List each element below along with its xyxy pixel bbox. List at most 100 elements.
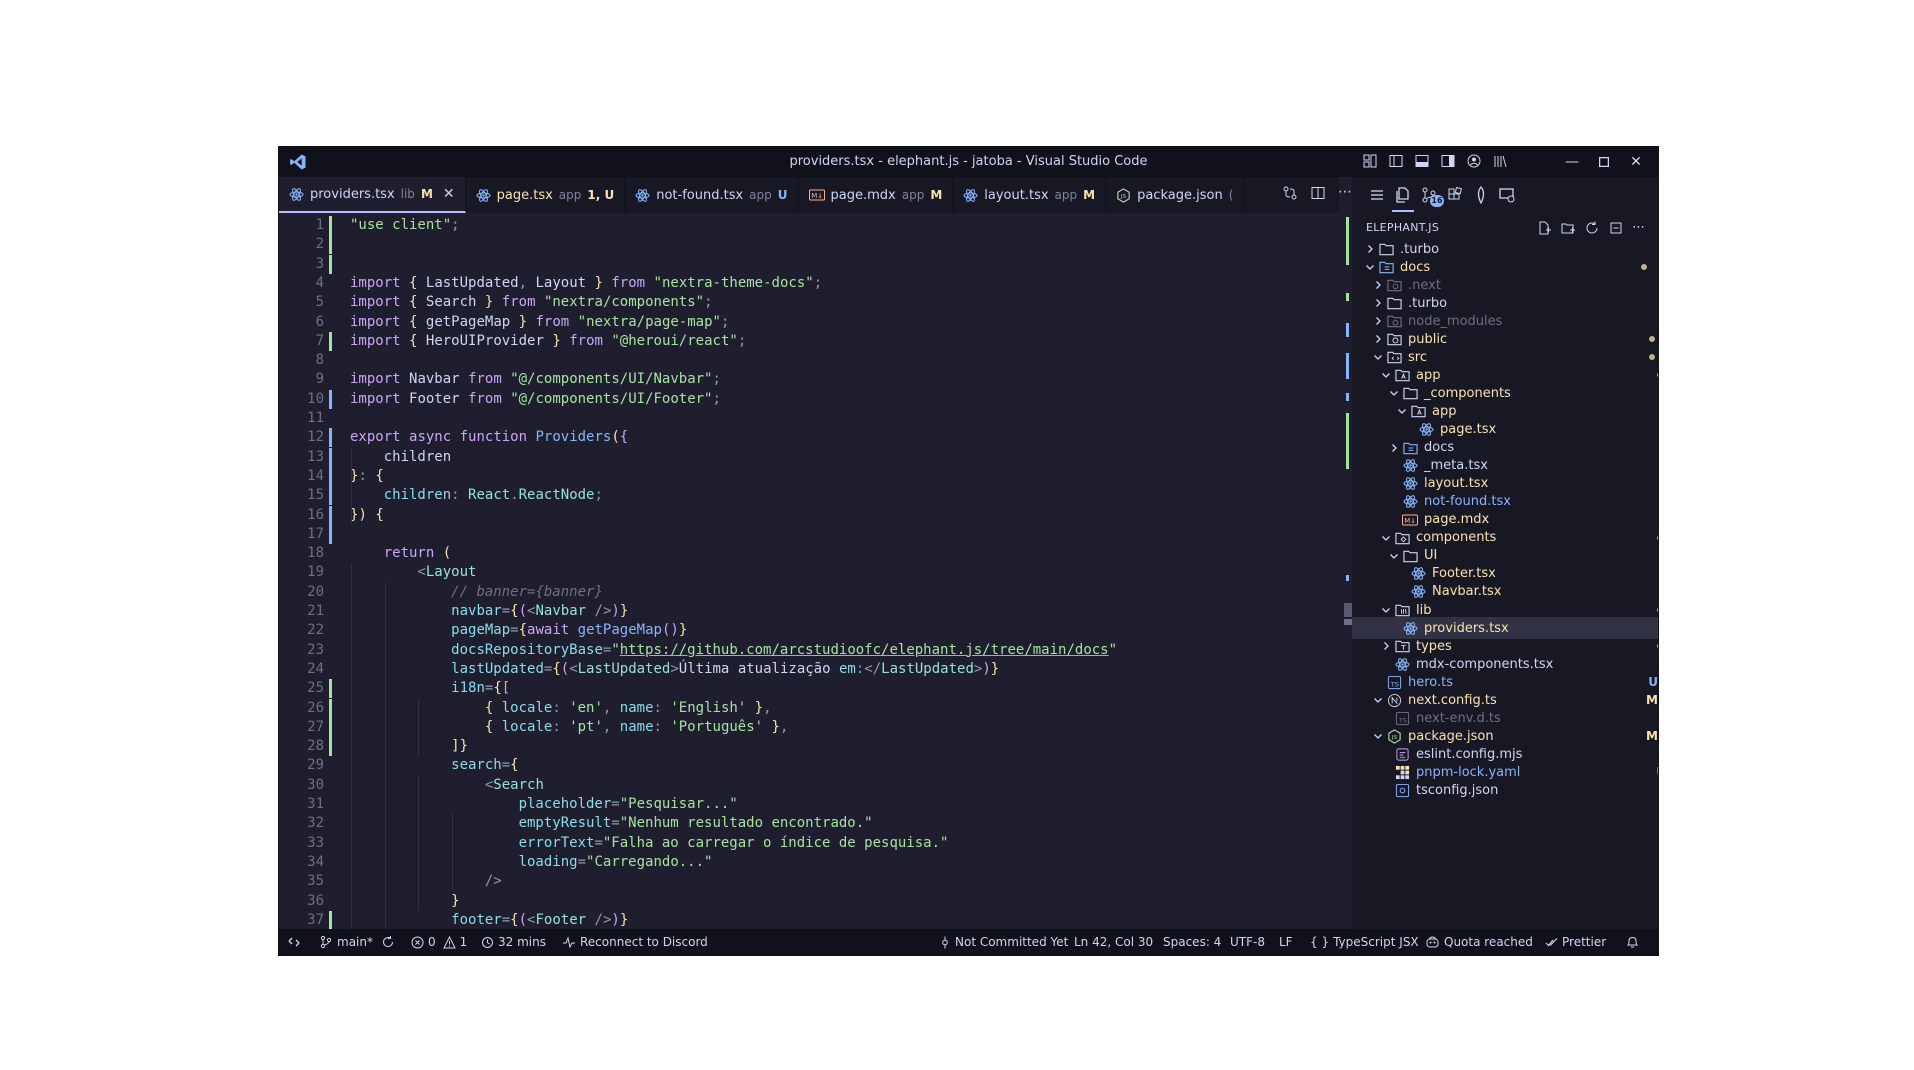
code-line[interactable]: 9 import Navbar from "@/components/UI/Nav… xyxy=(279,370,1339,389)
remote-explorer-icon[interactable] xyxy=(1498,186,1516,204)
chevron-down-icon[interactable] xyxy=(1386,548,1402,564)
problems-indicator[interactable]: 0 1 xyxy=(411,929,467,955)
chevron-down-icon[interactable] xyxy=(1394,403,1410,419)
remote-indicator[interactable] xyxy=(287,929,301,955)
code-line[interactable]: 20 // banner={banner} xyxy=(279,583,1339,602)
chevron-right-icon[interactable] xyxy=(1370,313,1386,329)
new-folder-icon[interactable] xyxy=(1560,220,1576,236)
code-line[interactable]: 24 lastUpdated={(<LastUpdated>Última atu… xyxy=(279,660,1339,679)
customize-layout-icon[interactable] xyxy=(1362,153,1378,169)
code-line[interactable]: 22 pageMap={await getPageMap()} xyxy=(279,621,1339,640)
chevron-right-icon[interactable] xyxy=(1362,241,1378,257)
tab-close-icon[interactable]: ✕ xyxy=(443,186,455,202)
code-line[interactable]: 5 import { Search } from "nextra/componen… xyxy=(279,293,1339,312)
extensions-icon[interactable] xyxy=(1446,186,1464,204)
code-line[interactable]: 15 children: React.ReactNode; xyxy=(279,486,1339,506)
collapse-folders-icon[interactable] xyxy=(1608,220,1624,236)
git-added-marker[interactable] xyxy=(329,216,332,235)
code-line[interactable]: 26 { locale: 'en', name: 'English' }, xyxy=(279,698,1339,718)
chevron-right-icon[interactable] xyxy=(1370,277,1386,293)
code-line[interactable]: 10 import Footer from "@/components/UI/Fo… xyxy=(279,389,1339,409)
chevron-down-icon[interactable] xyxy=(1362,259,1378,275)
code-line[interactable]: 25 i18n={[ xyxy=(279,679,1339,699)
chevron-right-icon[interactable] xyxy=(1378,638,1394,654)
code-line[interactable]: 3 xyxy=(279,254,1339,274)
git-added-marker[interactable] xyxy=(329,910,332,929)
open-changes-icon[interactable] xyxy=(1282,185,1298,203)
code-editor[interactable]: 1 "use client"; 2 3 4 import { LastUpdated, L… xyxy=(279,213,1339,929)
code-line[interactable]: 36 } xyxy=(279,892,1339,911)
notifications-button[interactable] xyxy=(1626,929,1639,955)
code-line[interactable]: 30 <Search xyxy=(279,776,1339,795)
git-modified-marker[interactable] xyxy=(329,428,332,448)
toggle-panel-icon[interactable] xyxy=(1414,153,1430,169)
overview-ruler[interactable] xyxy=(1342,213,1352,929)
chevron-down-icon[interactable] xyxy=(1378,602,1394,618)
split-editor-icon[interactable] xyxy=(1310,185,1326,203)
git-added-marker[interactable] xyxy=(329,679,332,699)
code-line[interactable]: 2 xyxy=(279,235,1339,255)
git-added-marker[interactable] xyxy=(329,717,332,737)
chevron-down-icon[interactable] xyxy=(1378,530,1394,546)
cursor-position[interactable]: Ln 42, Col 30 xyxy=(1074,929,1153,955)
menu-icon[interactable] xyxy=(1368,186,1386,204)
accounts-icon[interactable] xyxy=(1466,153,1482,169)
toggle-secondary-sidebar-icon[interactable] xyxy=(1440,153,1456,169)
code-line[interactable]: 31 placeholder="Pesquisar..." xyxy=(279,795,1339,814)
code-line[interactable]: 11 xyxy=(279,409,1339,428)
chevron-right-icon[interactable] xyxy=(1386,440,1402,456)
code-line[interactable]: 12 export async function Providers({ xyxy=(279,428,1339,448)
git-modified-marker[interactable] xyxy=(329,389,332,409)
code-line[interactable]: 14}: { xyxy=(279,466,1339,486)
code-line[interactable]: 33 errorText="Falha ao carregar o índice… xyxy=(279,834,1339,853)
code-line[interactable]: 13 children xyxy=(279,447,1339,467)
git-added-marker[interactable] xyxy=(329,235,332,255)
discord-indicator[interactable]: Reconnect to Discord xyxy=(562,929,708,955)
code-line[interactable]: 34 loading="Carregando..." xyxy=(279,853,1339,872)
prettier-status[interactable]: Prettier xyxy=(1545,929,1606,955)
git-added-marker[interactable] xyxy=(329,698,332,718)
code-line[interactable]: 16}) { xyxy=(279,505,1339,525)
tab-page-tsx[interactable]: page.tsx app 1, U xyxy=(466,177,626,213)
code-line[interactable]: 23 docsRepositoryBase="https://github.co… xyxy=(279,641,1339,660)
new-file-icon[interactable] xyxy=(1536,220,1552,236)
more-explorer-actions-icon[interactable]: ⋯ xyxy=(1632,220,1648,236)
tab-layout-tsx[interactable]: layout.tsx app M xyxy=(953,177,1107,213)
code-line[interactable]: 18 return ( xyxy=(279,544,1339,563)
code-line[interactable]: 28 ]} xyxy=(279,737,1339,757)
code-line[interactable]: 27 { locale: 'pt', name: 'Português' }, xyxy=(279,717,1339,737)
chevron-down-icon[interactable] xyxy=(1370,728,1386,744)
git-modified-marker[interactable] xyxy=(329,486,332,506)
library-icon[interactable] xyxy=(1492,153,1508,169)
chevron-right-icon[interactable] xyxy=(1370,331,1386,347)
close-window-button[interactable]: ✕ xyxy=(1620,150,1652,174)
explorer-icon[interactable] xyxy=(1394,186,1412,204)
code-line[interactable]: 8 xyxy=(279,351,1339,370)
tab-providers-tsx[interactable]: providers.tsx lib M ✕ xyxy=(279,177,466,213)
code-line[interactable]: 29 search={ xyxy=(279,756,1339,775)
indentation[interactable]: Spaces: 4 xyxy=(1163,929,1221,955)
chevron-down-icon[interactable] xyxy=(1386,385,1402,401)
mongodb-icon[interactable] xyxy=(1472,186,1490,204)
tab-package-json[interactable]: JS package.json ( xyxy=(1106,177,1245,213)
git-modified-marker[interactable] xyxy=(329,505,332,525)
copilot-status[interactable]: Quota reached xyxy=(1425,929,1533,955)
branch-indicator[interactable]: main* xyxy=(319,929,395,955)
git-modified-marker[interactable] xyxy=(329,524,332,544)
git-modified-marker[interactable] xyxy=(329,447,332,467)
tree-item-tsconfig-json[interactable]: tsconfig.json xyxy=(1352,780,1658,802)
git-blame[interactable]: Not Committed Yet xyxy=(939,929,1068,955)
language-mode[interactable]: { } TypeScript JSX xyxy=(1310,929,1419,955)
minimize-button[interactable]: — xyxy=(1556,150,1588,174)
code-line[interactable]: 4 import { LastUpdated, Layout } from "ne… xyxy=(279,274,1339,293)
toggle-primary-sidebar-icon[interactable] xyxy=(1388,153,1404,169)
git-modified-marker[interactable] xyxy=(329,466,332,486)
tab-page-mdx[interactable]: M↓ page.mdx app M xyxy=(799,177,954,213)
code-line[interactable]: 32 emptyResult="Nenhum resultado encontr… xyxy=(279,814,1339,833)
code-line[interactable]: 7 import { HeroUIProvider } from "@heroui… xyxy=(279,331,1339,351)
code-line[interactable]: 35 /> xyxy=(279,872,1339,891)
chevron-down-icon[interactable] xyxy=(1370,692,1386,708)
code-line[interactable]: 1 "use client"; xyxy=(279,216,1339,235)
refresh-explorer-icon[interactable] xyxy=(1584,220,1600,236)
chevron-down-icon[interactable] xyxy=(1378,367,1394,383)
